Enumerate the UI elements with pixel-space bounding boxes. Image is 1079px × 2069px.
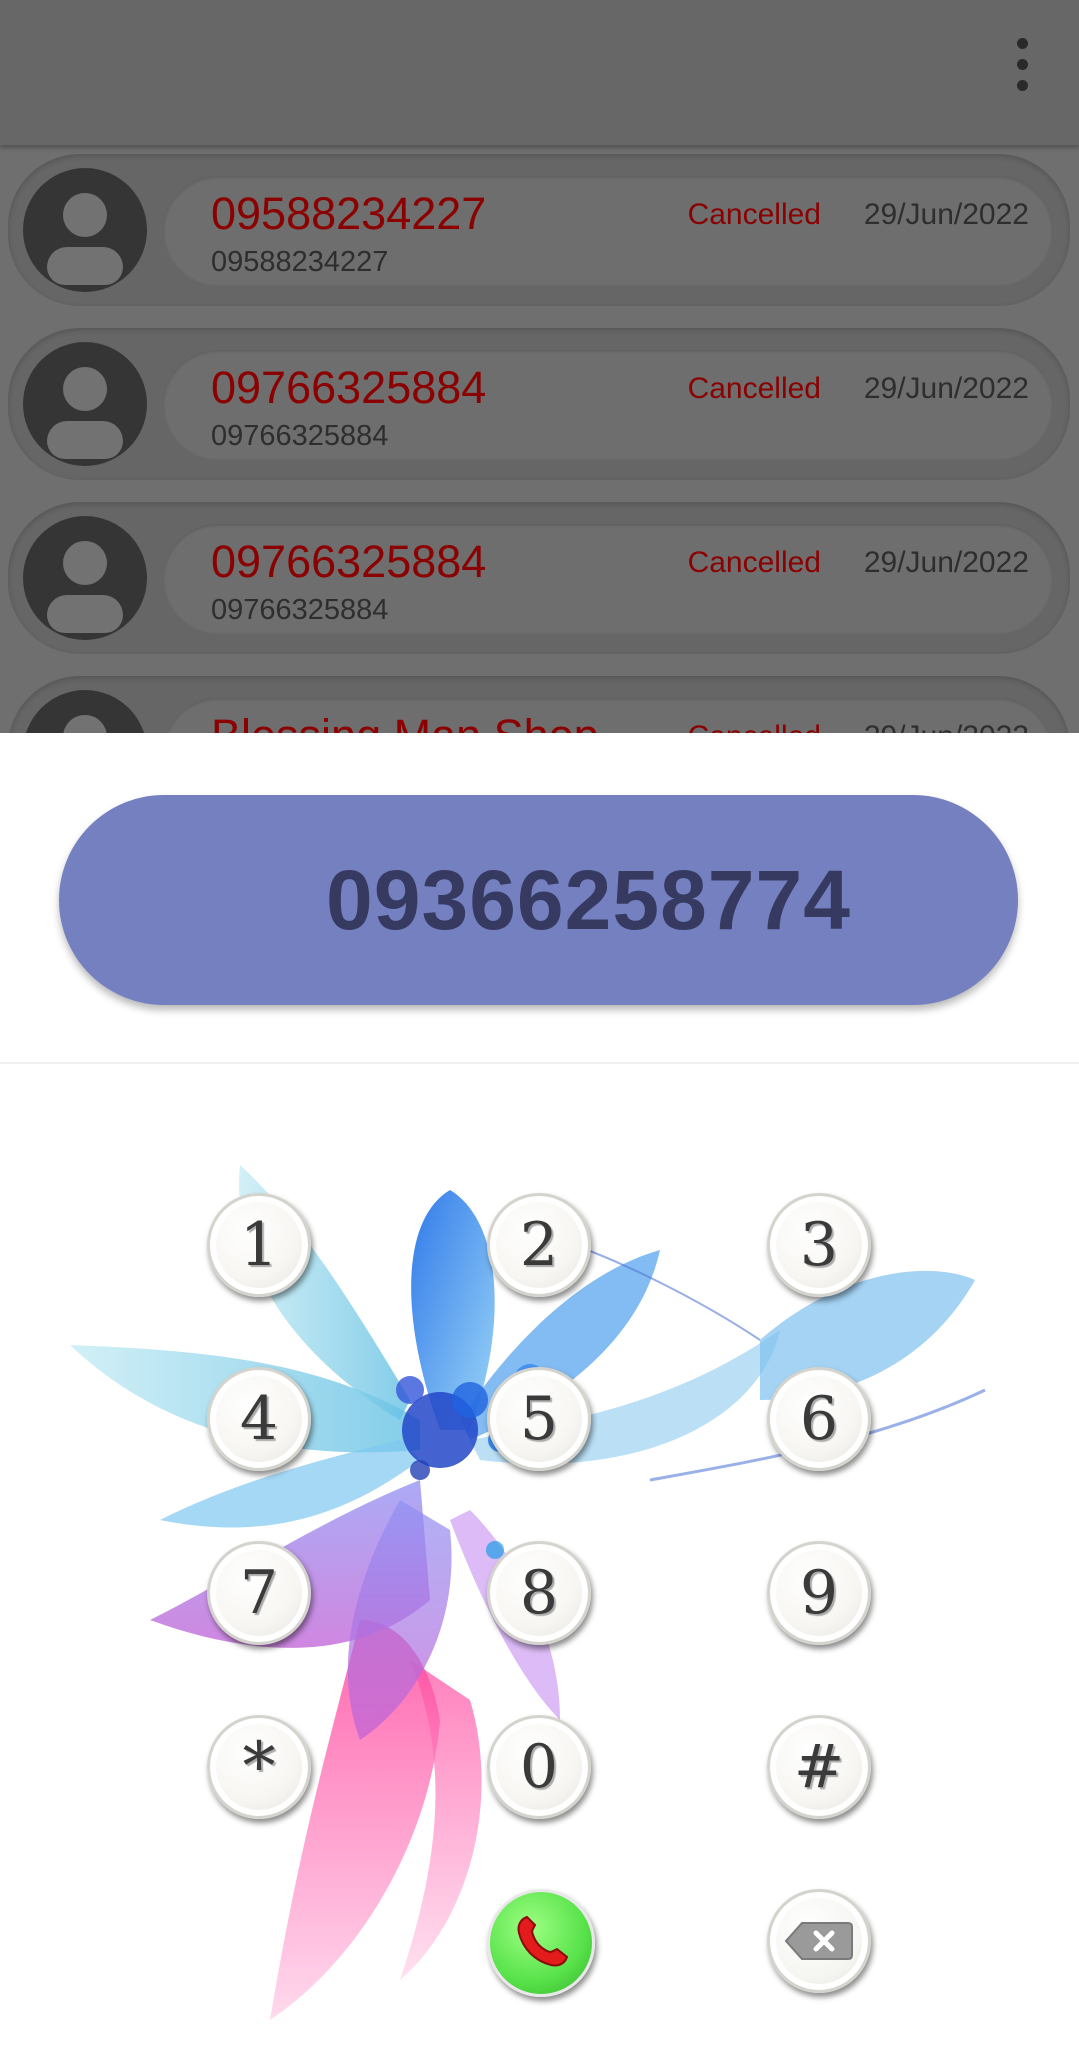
caller-name: 09766325884 — [211, 362, 487, 413]
keypad-key-1[interactable]: 1 — [207, 1193, 311, 1297]
caller-number: 09766325884 — [211, 594, 389, 626]
caller-number: 09588234227 — [211, 246, 389, 278]
call-date: 29/Jun/2022 — [864, 720, 1029, 733]
contact-avatar-icon — [23, 690, 147, 733]
number-display[interactable]: 09366258774 — [59, 795, 1018, 1005]
call-log-entry: 09766325884 09766325884 Cancelled 29/Jun… — [163, 350, 1053, 460]
keypad-key-6[interactable]: 6 — [767, 1367, 871, 1471]
backspace-button[interactable] — [767, 1889, 871, 1993]
caller-name: 09766325884 — [211, 536, 487, 587]
contact-avatar-icon — [23, 342, 147, 466]
contact-avatar-icon — [23, 168, 147, 292]
call-log-panel: 09588234227 09588234227 Cancelled 29/Jun… — [0, 0, 1079, 733]
phone-call-icon — [517, 1915, 569, 1967]
call-log-item[interactable]: 09588234227 09588234227 Cancelled 29/Jun… — [8, 154, 1070, 306]
keypad-key-hash[interactable]: # — [767, 1715, 871, 1819]
keypad-key-2[interactable]: 2 — [487, 1193, 591, 1297]
keypad-key-7[interactable]: 7 — [207, 1541, 311, 1645]
caller-number: 09766325884 — [211, 420, 389, 452]
call-log-entry: 09766325884 09766325884 Cancelled 29/Jun… — [163, 524, 1053, 634]
call-status: Cancelled — [687, 546, 821, 579]
call-log-entry: 09588234227 09588234227 Cancelled 29/Jun… — [163, 176, 1053, 286]
call-status: Cancelled — [688, 720, 821, 733]
keypad-key-0[interactable]: 0 — [487, 1715, 591, 1819]
call-button[interactable] — [487, 1889, 595, 1997]
call-date: 29/Jun/2022 — [863, 198, 1029, 231]
caller-name: Blessing Man Shop — [211, 710, 599, 733]
keypad-key-star[interactable]: * — [207, 1715, 311, 1819]
call-log-item[interactable]: Blessing Man Shop Cancelled 29/Jun/2022 — [8, 676, 1070, 733]
keypad-key-9[interactable]: 9 — [767, 1541, 871, 1645]
call-log-item[interactable]: 09766325884 09766325884 Cancelled 29/Jun… — [8, 502, 1070, 654]
keypad-key-4[interactable]: 4 — [207, 1367, 311, 1471]
entered-number: 09366258774 — [326, 853, 851, 947]
keypad-key-8[interactable]: 8 — [487, 1541, 591, 1645]
call-log-entry: Blessing Man Shop Cancelled 29/Jun/2022 — [163, 698, 1053, 733]
backspace-icon — [784, 1922, 853, 1960]
call-date: 29/Jun/2022 — [863, 546, 1029, 579]
keypad-key-3[interactable]: 3 — [767, 1193, 871, 1297]
caller-name: 09588234227 — [211, 188, 487, 239]
call-status: Cancelled — [687, 198, 821, 231]
app-bar — [0, 0, 1079, 145]
keypad-key-5[interactable]: 5 — [487, 1367, 591, 1471]
call-status: Cancelled — [687, 372, 821, 405]
divider — [0, 1062, 1079, 1064]
call-date: 29/Jun/2022 — [863, 372, 1029, 405]
call-log-item[interactable]: 09766325884 09766325884 Cancelled 29/Jun… — [8, 328, 1070, 480]
more-vert-icon[interactable] — [987, 30, 1057, 100]
contact-avatar-icon — [23, 516, 147, 640]
